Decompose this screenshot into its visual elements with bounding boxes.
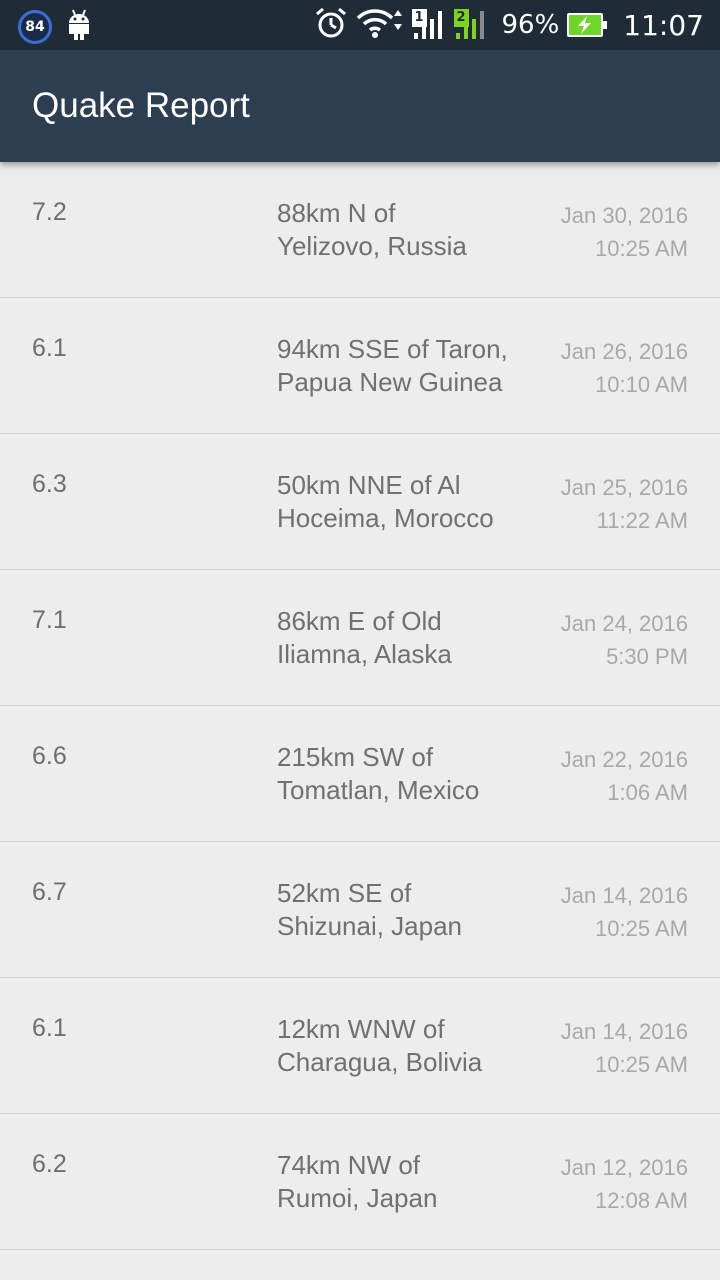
list-item[interactable]: 6.3 50km NNE of Al Hoceima, Morocco Jan … — [0, 434, 720, 570]
magnitude: 6.1 — [32, 1014, 67, 1042]
time: 12:08 AM — [595, 1188, 688, 1213]
location-offset: 88km N of — [277, 198, 396, 228]
app-bar: Quake Report — [0, 50, 720, 162]
location: 215km SW of Tomatlan, Mexico — [277, 741, 537, 807]
magnitude: 6.2 — [32, 1150, 67, 1178]
date: Jan 14, 2016 — [560, 1019, 688, 1044]
location-offset: 74km NW of — [277, 1150, 421, 1180]
location-offset: 12km WNW of — [277, 1014, 445, 1044]
datetime: Jan 26, 2016 10:10 AM — [561, 335, 688, 401]
time: 11:22 AM — [596, 508, 688, 533]
magnitude: 6.6 — [32, 742, 67, 770]
time: 10:25 AM — [595, 916, 688, 941]
time: 5:30 PM — [606, 644, 688, 669]
magnitude: 6.3 — [32, 470, 67, 498]
location-offset: 52km SE of — [277, 878, 412, 908]
datetime: Jan 30, 2016 10:25 AM — [561, 199, 688, 265]
location-offset: 215km SW of — [277, 742, 434, 772]
list-item[interactable]: 6.2 74km NW of Rumoi, Japan Jan 12, 2016… — [0, 1114, 720, 1250]
app-title: Quake Report — [32, 86, 250, 125]
location-primary: Rumoi, Japan — [277, 1183, 438, 1213]
list-item[interactable]: 6.1 94km SSE of Taron, Papua New Guinea … — [0, 298, 720, 434]
status-bar: 84 1 2 96% 11:07 — [0, 0, 720, 50]
location: 88km N of Yelizovo, Russia — [277, 197, 537, 263]
list-item[interactable]: 6.6 215km SW of Tomatlan, Mexico Jan 22,… — [0, 706, 720, 842]
time: 10:25 AM — [595, 1052, 688, 1077]
date: Jan 24, 2016 — [560, 611, 688, 636]
datetime: Jan 24, 2016 5:30 PM — [561, 607, 688, 673]
magnitude: 7.1 — [32, 606, 67, 634]
location-primary: Charagua, Bolivia — [277, 1047, 483, 1077]
magnitude: 6.7 — [32, 878, 67, 906]
sim1-signal-icon: 1 — [411, 9, 446, 41]
alarm-icon — [314, 6, 348, 44]
time: 1:06 AM — [607, 780, 688, 805]
date: Jan 14, 2016 — [560, 883, 688, 908]
location-primary: Iliamna, Alaska — [277, 639, 452, 669]
wifi-icon — [356, 6, 404, 44]
time: 10:25 AM — [595, 236, 688, 261]
datetime: Jan 14, 2016 10:25 AM — [561, 879, 688, 945]
location-primary: Papua New Guinea — [277, 367, 503, 397]
list-item[interactable]: 6.7 52km SE of Shizunai, Japan Jan 14, 2… — [0, 842, 720, 978]
location-primary: Tomatlan, Mexico — [277, 775, 480, 805]
notification-badge-icon: 84 — [18, 10, 52, 44]
date: Jan 12, 2016 — [560, 1155, 688, 1180]
date: Jan 22, 2016 — [560, 747, 688, 772]
location: 94km SSE of Taron, Papua New Guinea — [277, 333, 537, 399]
android-icon — [66, 8, 92, 46]
notification-badge-count: 84 — [25, 19, 45, 35]
location: 86km E of Old Iliamna, Alaska — [277, 605, 537, 671]
location-primary: Hoceima, Morocco — [277, 503, 494, 533]
location-offset: 86km E of Old — [277, 606, 442, 636]
datetime: Jan 14, 2016 10:25 AM — [561, 1015, 688, 1081]
location-offset: 94km SSE of Taron, — [277, 334, 508, 364]
location-offset: 50km NNE of Al — [277, 470, 461, 500]
date: Jan 26, 2016 — [560, 339, 688, 364]
date: Jan 30, 2016 — [560, 203, 688, 228]
list-item[interactable]: 7.1 86km E of Old Iliamna, Alaska Jan 24… — [0, 570, 720, 706]
list-item[interactable]: 6.1 12km WNW of Charagua, Bolivia Jan 14… — [0, 978, 720, 1114]
datetime: Jan 22, 2016 1:06 AM — [561, 743, 688, 809]
location-primary: Shizunai, Japan — [277, 911, 463, 941]
location: 12km WNW of Charagua, Bolivia — [277, 1013, 537, 1079]
location: 50km NNE of Al Hoceima, Morocco — [277, 469, 537, 535]
datetime: Jan 25, 2016 11:22 AM — [561, 471, 688, 537]
list-item[interactable]: 7.2 88km N of Yelizovo, Russia Jan 30, 2… — [0, 162, 720, 298]
battery-charging-icon — [567, 13, 608, 37]
time: 10:10 AM — [595, 372, 688, 397]
date: Jan 25, 2016 — [560, 475, 688, 500]
magnitude: 6.1 — [32, 334, 67, 362]
location: 52km SE of Shizunai, Japan — [277, 877, 537, 943]
location-primary: Yelizovo, Russia — [277, 231, 467, 261]
location: 74km NW of Rumoi, Japan — [277, 1149, 537, 1215]
battery-percent: 96% — [501, 10, 560, 40]
earthquake-list[interactable]: 7.2 88km N of Yelizovo, Russia Jan 30, 2… — [0, 162, 720, 1250]
clock: 11:07 — [623, 8, 704, 42]
datetime: Jan 12, 2016 12:08 AM — [561, 1151, 688, 1217]
magnitude: 7.2 — [32, 198, 67, 226]
sim2-signal-icon: 2 — [453, 9, 488, 41]
